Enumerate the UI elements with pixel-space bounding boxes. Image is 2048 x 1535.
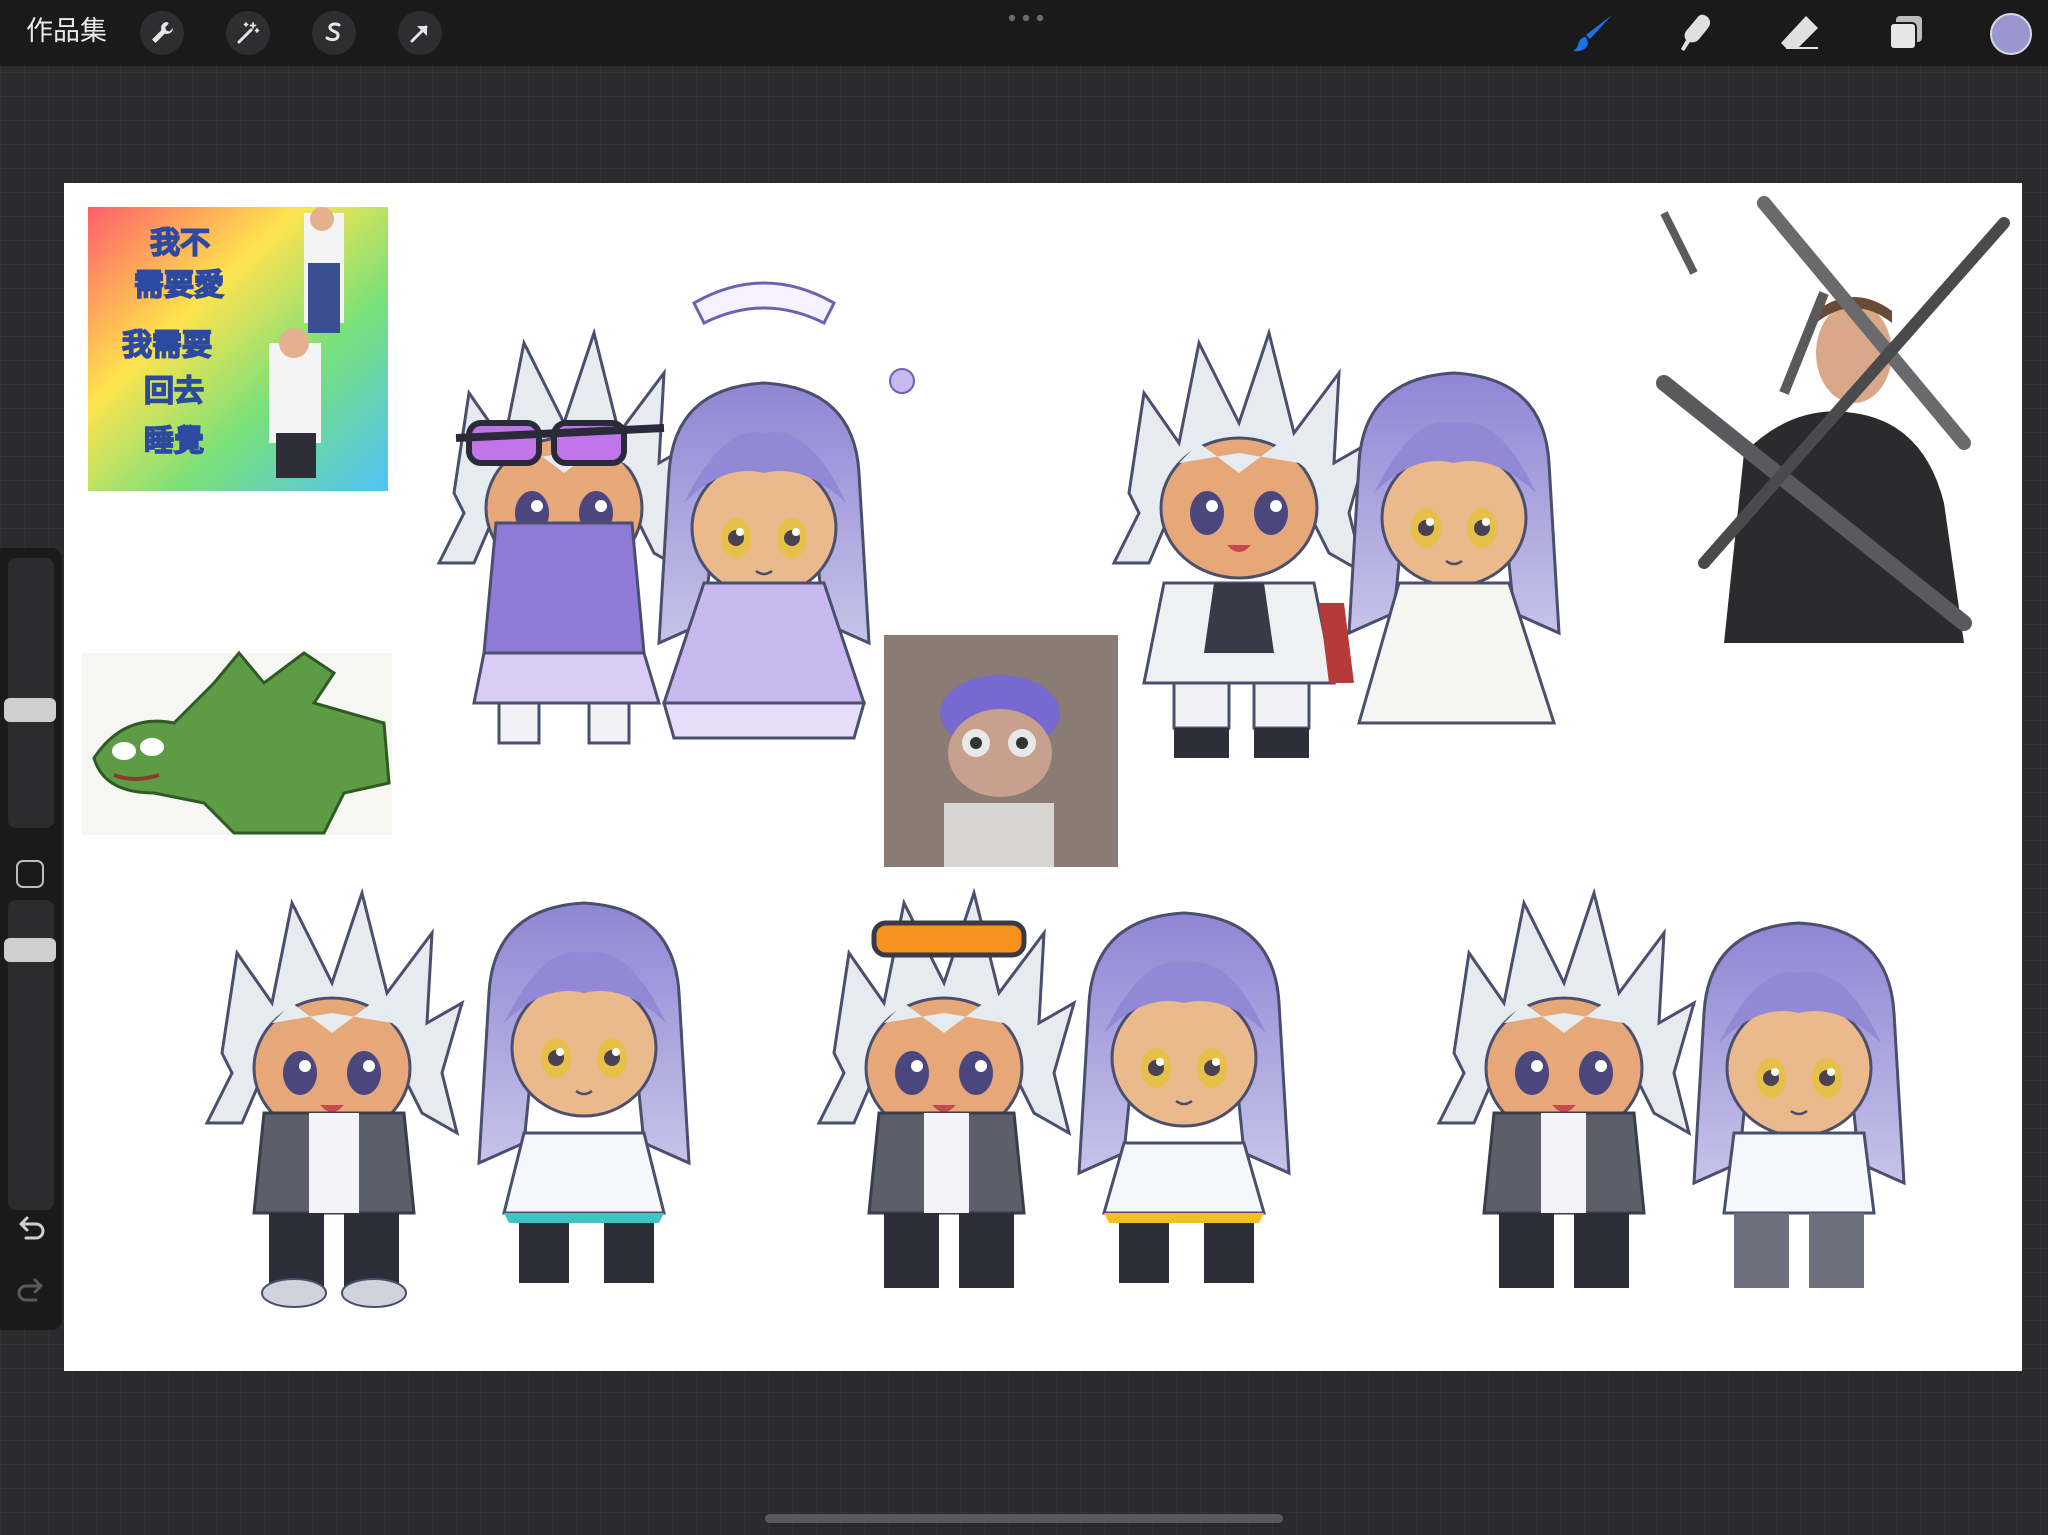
meme-caption-line2: 需要愛 [134, 268, 224, 303]
opacity-thumb[interactable] [4, 938, 56, 962]
gallery-button[interactable]: 作品集 [26, 14, 107, 50]
photo-man-with-pencils [1604, 196, 2010, 647]
frog-meme-image [82, 650, 392, 835]
character-pair-bottom-middle [819, 893, 1291, 1288]
squid-kid-photo [884, 635, 1118, 867]
smudge-icon[interactable] [1672, 9, 1720, 57]
meme-caption-line1: 我不 [150, 226, 210, 261]
undo-icon[interactable] [14, 1214, 48, 1244]
meme-caption-line5: 睡覺 [144, 424, 204, 459]
drawing-canvas[interactable]: 我不 需要愛 我需要 回去 睡覺 [64, 183, 2022, 1371]
color-picker-button[interactable] [1990, 13, 2032, 55]
selection-s-icon[interactable] [312, 11, 356, 55]
character-pair-top-right [1114, 333, 1561, 758]
brush-icon[interactable] [1570, 9, 1618, 57]
artwork: 我不 需要愛 我需要 回去 睡覺 [82, 196, 2010, 1308]
arrow-cursor-icon[interactable] [398, 11, 442, 55]
eraser-icon[interactable] [1776, 9, 1824, 57]
meme-caption-line3: 我需要 [122, 328, 212, 363]
redo-icon[interactable] [14, 1276, 48, 1306]
home-indicator[interactable] [765, 1514, 1283, 1523]
character-pair-top-left [439, 281, 915, 745]
meme-caption-line4: 回去 [144, 374, 204, 409]
magic-wand-icon[interactable] [226, 11, 270, 55]
brush-size-thumb[interactable] [4, 698, 56, 722]
wrench-icon[interactable] [140, 11, 184, 55]
layers-icon[interactable] [1882, 9, 1930, 57]
top-toolbar: 作品集 [0, 0, 2048, 66]
modify-square-icon[interactable] [16, 860, 44, 888]
more-dots-icon[interactable] [1008, 14, 1044, 22]
brush-size-slider[interactable] [8, 558, 54, 828]
character-pair-bottom-left [207, 893, 691, 1308]
character-pair-bottom-right [1439, 893, 1906, 1288]
